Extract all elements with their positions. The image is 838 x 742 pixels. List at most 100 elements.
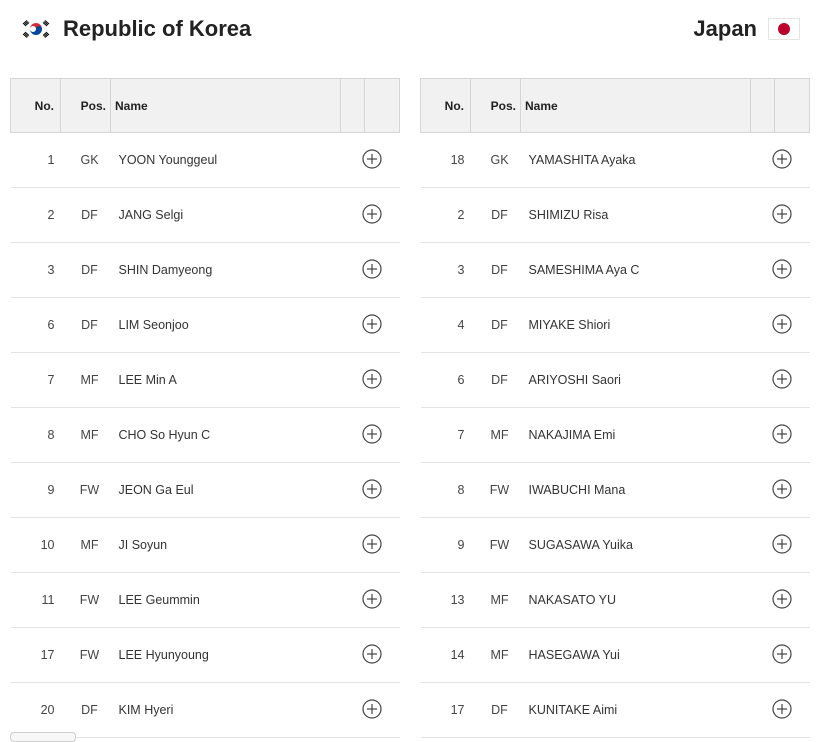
player-number: 6 bbox=[10, 297, 61, 353]
row-spacer bbox=[750, 627, 775, 683]
plus-circle-icon[interactable] bbox=[362, 478, 382, 499]
plus-circle-icon[interactable] bbox=[362, 368, 382, 389]
player-position: DF bbox=[470, 297, 521, 353]
player-position: GK bbox=[60, 132, 111, 188]
row-action-cell bbox=[362, 352, 400, 408]
column-header-no[interactable]: No. bbox=[10, 78, 61, 133]
player-position: FW bbox=[470, 462, 521, 518]
plus-circle-icon[interactable] bbox=[772, 533, 792, 554]
player-name: CHO So Hyun C bbox=[110, 407, 341, 463]
column-header-pos[interactable]: Pos. bbox=[60, 78, 111, 133]
left-team-name: Republic of Korea bbox=[63, 16, 252, 41]
row-action-cell bbox=[362, 517, 400, 573]
plus-circle-icon[interactable] bbox=[772, 423, 792, 444]
plus-circle-icon[interactable] bbox=[772, 643, 792, 664]
plus-circle-icon[interactable] bbox=[772, 258, 792, 279]
column-header-no[interactable]: No. bbox=[420, 78, 471, 133]
player-name: YAMASHITA Ayaka bbox=[520, 132, 751, 188]
player-number: 13 bbox=[420, 572, 471, 628]
row-spacer bbox=[340, 242, 365, 298]
player-name: JEON Ga Eul bbox=[110, 462, 341, 518]
player-number: 7 bbox=[10, 352, 61, 408]
row-spacer bbox=[340, 572, 365, 628]
row-spacer bbox=[750, 682, 775, 738]
row-action-cell bbox=[772, 462, 810, 518]
row-spacer bbox=[340, 297, 365, 353]
plus-circle-icon[interactable] bbox=[362, 533, 382, 554]
player-position: MF bbox=[60, 407, 111, 463]
player-row: 8 FW IWABUCHI Mana bbox=[420, 462, 810, 518]
column-header-name[interactable]: Name bbox=[520, 78, 751, 133]
south-korea-flag-icon bbox=[20, 18, 52, 40]
player-number: 2 bbox=[10, 187, 61, 243]
player-position: FW bbox=[60, 462, 111, 518]
player-row: 8 MF CHO So Hyun C bbox=[10, 407, 400, 463]
player-row: 14 MF HASEGAWA Yui bbox=[420, 627, 810, 683]
player-row: 10 MF JI Soyun bbox=[10, 517, 400, 573]
row-spacer bbox=[340, 132, 365, 188]
player-name: ARIYOSHI Saori bbox=[520, 352, 751, 408]
row-action-cell bbox=[772, 517, 810, 573]
player-row: 9 FW JEON Ga Eul bbox=[10, 462, 400, 518]
player-number: 6 bbox=[420, 352, 471, 408]
player-row: 3 DF SAMESHIMA Aya C bbox=[420, 242, 810, 298]
player-name: JANG Selgi bbox=[110, 187, 341, 243]
player-name: SHIMIZU Risa bbox=[520, 187, 751, 243]
player-name: SAMESHIMA Aya C bbox=[520, 242, 751, 298]
row-action-cell bbox=[772, 187, 810, 243]
player-name: LEE Hyunyoung bbox=[110, 627, 341, 683]
plus-circle-icon[interactable] bbox=[772, 313, 792, 334]
column-header-blank bbox=[750, 78, 775, 133]
column-header-action bbox=[364, 78, 400, 133]
plus-circle-icon[interactable] bbox=[362, 698, 382, 719]
plus-circle-icon[interactable] bbox=[772, 588, 792, 609]
row-action-cell bbox=[772, 407, 810, 463]
player-name: NAKASATO YU bbox=[520, 572, 751, 628]
plus-circle-icon[interactable] bbox=[772, 148, 792, 169]
player-number: 3 bbox=[420, 242, 471, 298]
player-row: 20 DF KIM Hyeri bbox=[10, 682, 400, 738]
row-action-cell bbox=[362, 187, 400, 243]
player-position: DF bbox=[60, 682, 111, 738]
row-action-cell bbox=[362, 462, 400, 518]
plus-circle-icon[interactable] bbox=[772, 368, 792, 389]
horizontal-scrollbar[interactable] bbox=[10, 732, 76, 742]
player-name: IWABUCHI Mana bbox=[520, 462, 751, 518]
player-name: SUGASAWA Yuika bbox=[520, 517, 751, 573]
player-name: HASEGAWA Yui bbox=[520, 627, 751, 683]
plus-circle-icon[interactable] bbox=[772, 478, 792, 499]
plus-circle-icon[interactable] bbox=[362, 643, 382, 664]
plus-circle-icon[interactable] bbox=[362, 423, 382, 444]
player-row: 11 FW LEE Geummin bbox=[10, 572, 400, 628]
right-roster-table: No. Pos. Name 18 GK YAMASHITA Ayaka 2 DF SHIM… bbox=[420, 78, 810, 738]
plus-circle-icon[interactable] bbox=[362, 148, 382, 169]
column-header-pos[interactable]: Pos. bbox=[470, 78, 521, 133]
player-name: JI Soyun bbox=[110, 517, 341, 573]
player-number: 18 bbox=[420, 132, 471, 188]
row-spacer bbox=[340, 627, 365, 683]
row-action-cell bbox=[772, 572, 810, 628]
plus-circle-icon[interactable] bbox=[362, 588, 382, 609]
player-number: 7 bbox=[420, 407, 471, 463]
player-position: DF bbox=[60, 187, 111, 243]
player-row: 17 DF KUNITAKE Aimi bbox=[420, 682, 810, 738]
plus-circle-icon[interactable] bbox=[362, 258, 382, 279]
plus-circle-icon[interactable] bbox=[362, 203, 382, 224]
player-row: 3 DF SHIN Damyeong bbox=[10, 242, 400, 298]
row-spacer bbox=[340, 682, 365, 738]
player-name: MIYAKE Shiori bbox=[520, 297, 751, 353]
row-spacer bbox=[750, 517, 775, 573]
column-header-name[interactable]: Name bbox=[110, 78, 341, 133]
plus-circle-icon[interactable] bbox=[362, 313, 382, 334]
plus-circle-icon[interactable] bbox=[772, 698, 792, 719]
player-row: 6 DF LIM Seonjoo bbox=[10, 297, 400, 353]
player-number: 9 bbox=[420, 517, 471, 573]
player-position: DF bbox=[470, 242, 521, 298]
row-action-cell bbox=[362, 627, 400, 683]
player-number: 17 bbox=[10, 627, 61, 683]
column-header-blank bbox=[340, 78, 365, 133]
plus-circle-icon[interactable] bbox=[772, 203, 792, 224]
player-position: DF bbox=[60, 297, 111, 353]
player-number: 2 bbox=[420, 187, 471, 243]
player-position: MF bbox=[60, 352, 111, 408]
